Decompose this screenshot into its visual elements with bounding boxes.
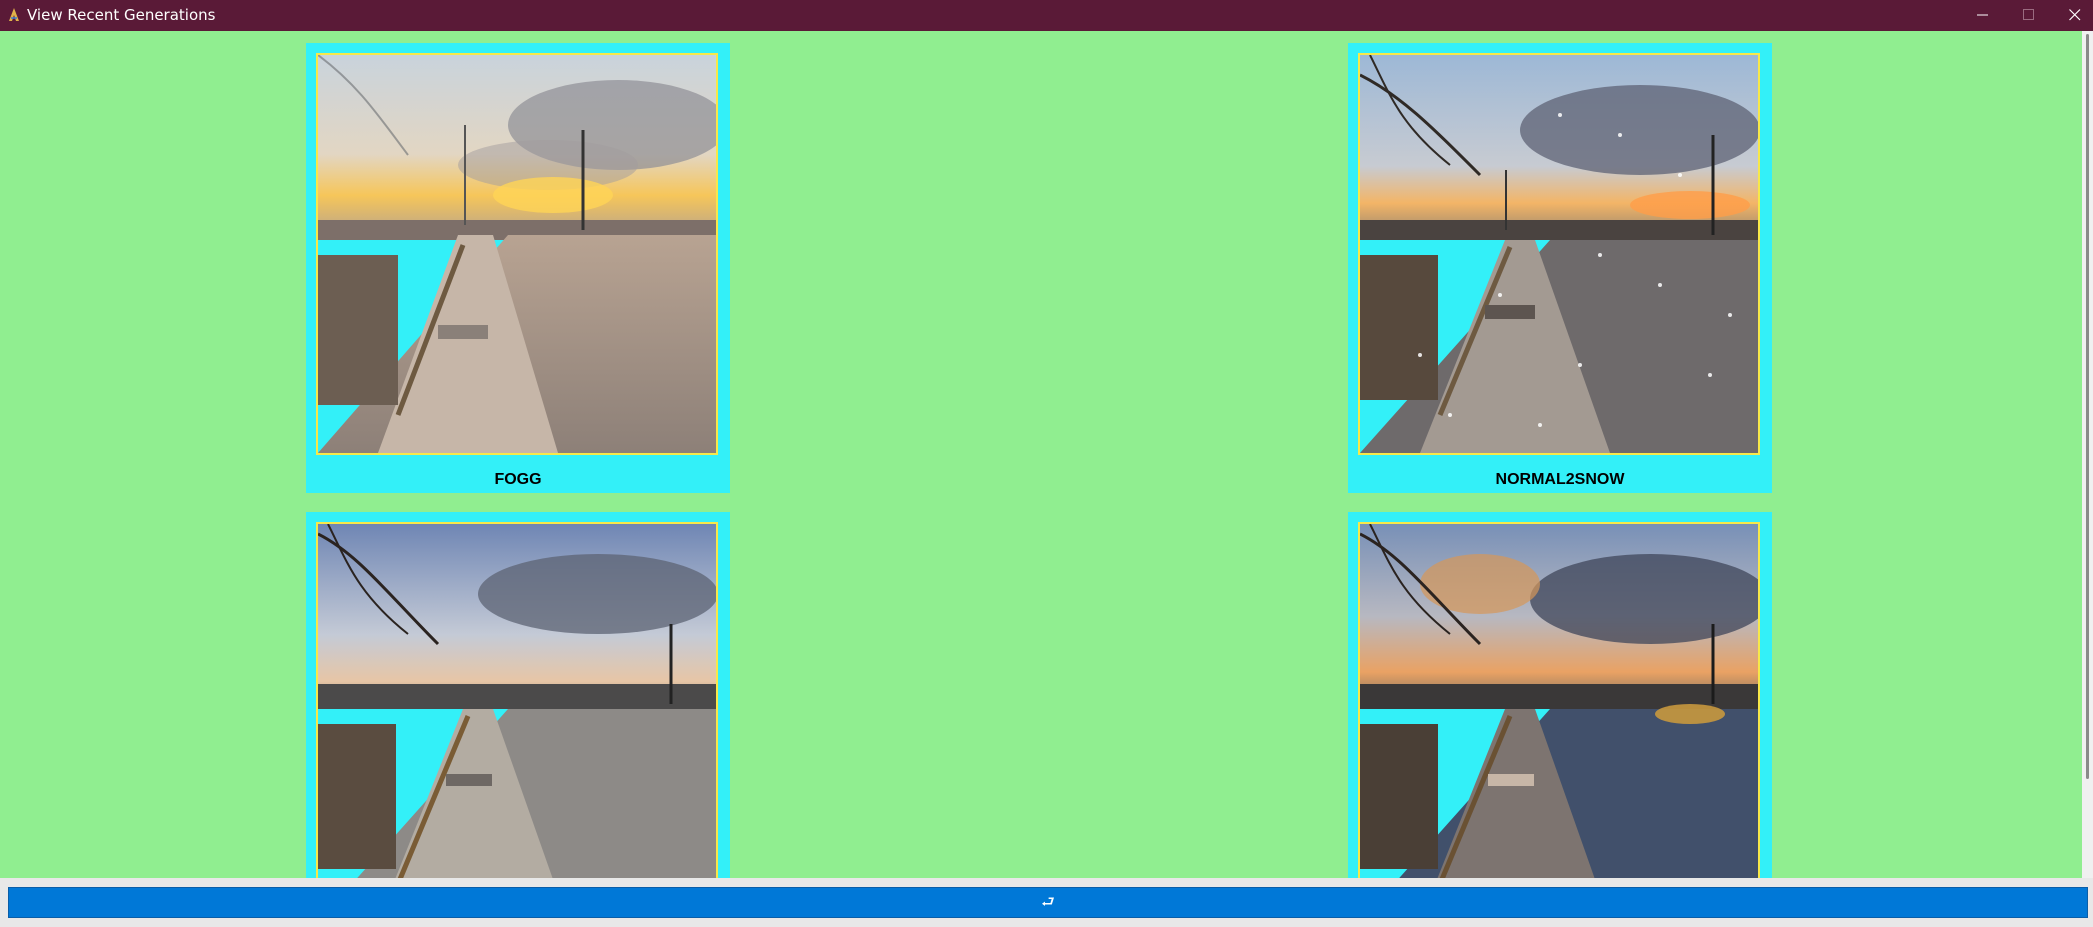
card-label: NORMAL2SNOW: [1495, 471, 1625, 488]
gallery-card-4: [1348, 512, 1772, 878]
scrollbar-thumb[interactable]: [2086, 34, 2089, 779]
minimize-button[interactable]: [1960, 0, 2006, 31]
title-bar: View Recent Generations: [0, 0, 2093, 31]
minimize-icon: [1977, 14, 1988, 16]
maximize-button[interactable]: [2006, 0, 2052, 31]
return-button[interactable]: ⮐: [8, 887, 2088, 918]
close-icon: [2069, 9, 2081, 21]
gallery-card-normal2snow: NORMAL2SNOW: [1348, 43, 1772, 493]
vertical-scrollbar[interactable]: [2082, 31, 2093, 878]
return-button-label: ⮐: [1041, 894, 1055, 911]
gallery-card-3: [306, 512, 730, 878]
gallery-card-fogg: FOGG: [306, 43, 730, 493]
window-title: View Recent Generations: [27, 6, 216, 24]
wet-street-dusk-image[interactable]: [1358, 522, 1760, 878]
maximize-icon: [2023, 9, 2034, 20]
close-button[interactable]: [2052, 0, 2093, 31]
card-label: FOGG: [494, 471, 542, 488]
foggy-street-sunset-image[interactable]: [316, 53, 718, 455]
snowy-street-sunset-image[interactable]: [1358, 53, 1760, 455]
footer-bar: ⮐: [0, 878, 2093, 927]
python-feather-icon: [9, 8, 19, 21]
rainy-street-overcast-image[interactable]: [316, 522, 718, 878]
gallery-area[interactable]: FOGG NORMAL2SNOW: [0, 31, 2093, 878]
